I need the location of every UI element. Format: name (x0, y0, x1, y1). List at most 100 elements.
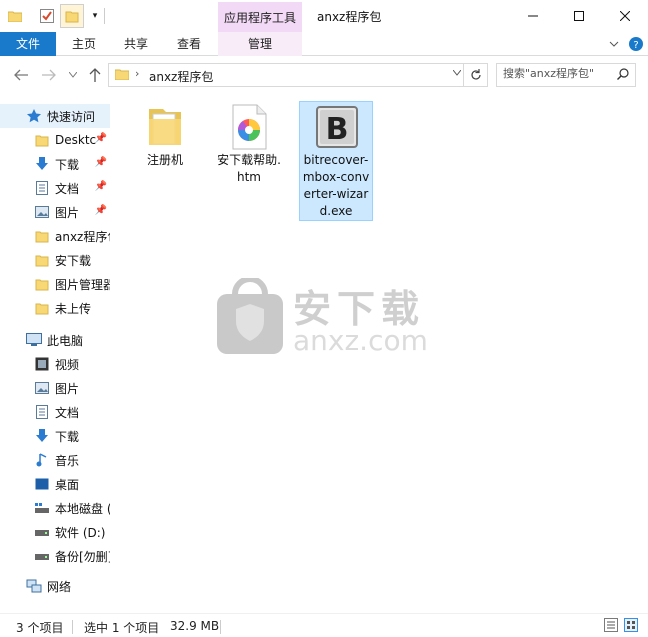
watermark: 安下载 anxz.com (215, 278, 435, 360)
drive-icon (34, 524, 50, 540)
status-divider (72, 620, 73, 634)
large-icons-view-icon[interactable] (624, 618, 638, 632)
file-item[interactable]: 注册机 (128, 102, 202, 169)
pin-icon[interactable]: 📌 (95, 205, 107, 216)
folder-icon (114, 68, 130, 83)
sidebar-item-desktop[interactable]: Desktc 📌 (0, 128, 110, 152)
download-icon (34, 428, 50, 444)
folder-icon (34, 300, 50, 316)
recent-locations-icon[interactable] (64, 66, 82, 84)
sidebar-item-this-pc[interactable]: 此电脑 (0, 328, 110, 352)
sidebar-item-desktop-pc[interactable]: 桌面 (0, 472, 110, 496)
sidebar-item-videos[interactable]: 视频 (0, 352, 110, 376)
sidebar-item-not-uploaded[interactable]: 未上传 (0, 296, 110, 320)
folder-icon[interactable] (6, 6, 24, 26)
music-icon (34, 452, 50, 468)
folder-icon (34, 276, 50, 292)
sidebar-item-pictures[interactable]: 图片 📌 (0, 200, 110, 224)
desktop-icon (34, 476, 50, 492)
exe-file-icon: B (300, 102, 374, 152)
svg-text:B: B (326, 112, 349, 147)
breadcrumb-chevron-icon[interactable]: › (135, 67, 139, 80)
svg-text:?: ? (633, 40, 638, 51)
help-icon[interactable]: ? (628, 36, 644, 52)
close-button[interactable] (602, 0, 648, 32)
sidebar-item-picture-manager[interactable]: 图片管理器 (0, 272, 110, 296)
tab-view[interactable]: 查看 (162, 32, 216, 56)
sidebar-item-quick-access[interactable]: 快速访问 (0, 104, 110, 128)
search-box[interactable] (496, 63, 636, 87)
new-folder-icon[interactable] (60, 4, 84, 28)
up-arrow-icon[interactable] (86, 66, 104, 84)
ribbon-tabs: 文件 主页 共享 查看 管理 ? (0, 32, 648, 56)
toolbar-divider (104, 8, 105, 24)
tab-manage[interactable]: 管理 (218, 32, 302, 56)
search-input[interactable] (503, 67, 611, 80)
document-icon (34, 404, 50, 420)
breadcrumb[interactable]: anxz程序包 (149, 68, 213, 85)
file-name: 安下载帮助.htm (217, 153, 281, 184)
details-view-icon[interactable] (604, 618, 618, 632)
folder-icon (34, 132, 50, 148)
folder-icon (34, 252, 50, 268)
back-arrow-icon[interactable] (12, 66, 30, 84)
tab-home[interactable]: 主页 (58, 32, 110, 56)
sidebar-item-anxz-package[interactable]: anxz程序包 (0, 224, 110, 248)
tab-file[interactable]: 文件 (0, 32, 56, 56)
sidebar-item-pc-pictures[interactable]: 图片 (0, 376, 110, 400)
navigation-pane: 快速访问 Desktc 📌 下载 📌 文档 📌 图片 📌 anxz程序包 安下载… (0, 98, 110, 613)
title-bar: ▾ 应用程序工具 anxz程序包 (0, 0, 648, 32)
sidebar-item-music[interactable]: 音乐 (0, 448, 110, 472)
selection-count: 选中 1 个项目 (84, 621, 160, 635)
maximize-button[interactable] (556, 0, 602, 32)
customize-toolbar-icon[interactable]: ▾ (86, 6, 104, 26)
context-tab-header: 应用程序工具 (218, 2, 302, 32)
folder-icon (128, 102, 202, 152)
file-item-selected[interactable]: B bitrecover-mbox-converter-wizard.exe (299, 101, 373, 221)
status-bar: 3 个项目 选中 1 个项目 32.9 MB (0, 613, 648, 637)
address-dropdown-icon[interactable] (452, 68, 462, 79)
sidebar-item-documents[interactable]: 文档 📌 (0, 176, 110, 200)
pin-icon[interactable]: 📌 (95, 181, 107, 192)
properties-icon[interactable] (38, 6, 56, 26)
picture-icon (34, 204, 50, 220)
video-icon (34, 356, 50, 372)
file-name: bitrecover-mbox-converter-wizard.exe (302, 153, 370, 218)
download-icon (34, 156, 50, 172)
drive-icon (34, 548, 50, 564)
file-list-pane[interactable]: 注册机 安下载帮助.htm B bitrecover-mbox-converte… (110, 98, 648, 613)
sidebar-item-pc-documents[interactable]: 文档 (0, 400, 110, 424)
item-count: 3 个项目 (16, 621, 64, 635)
sidebar-item-network[interactable]: 网络 (0, 574, 110, 598)
sidebar-item-local-disk[interactable]: 本地磁盘 ( (0, 496, 110, 520)
html-file-icon (212, 102, 286, 152)
picture-icon (34, 380, 50, 396)
minimize-button[interactable] (510, 0, 556, 32)
file-item[interactable]: 安下载帮助.htm (212, 102, 286, 186)
folder-icon (34, 228, 50, 244)
search-icon[interactable] (617, 68, 629, 83)
watermark-url: anxz.com (293, 324, 428, 357)
pin-icon[interactable]: 📌 (95, 133, 107, 144)
sidebar-item-downloads[interactable]: 下载 📌 (0, 152, 110, 176)
sidebar-item-pc-downloads[interactable]: 下载 (0, 424, 110, 448)
address-bar[interactable]: › anxz程序包 (108, 63, 488, 87)
status-divider (220, 620, 221, 634)
selection-size: 32.9 MB (170, 619, 220, 633)
sidebar-item-anxiazai[interactable]: 安下载 (0, 248, 110, 272)
network-icon (26, 578, 42, 594)
window-title: anxz程序包 (317, 10, 382, 24)
shield-bag-icon (217, 278, 283, 354)
forward-arrow-icon[interactable] (40, 66, 58, 84)
navigation-bar: › anxz程序包 (0, 56, 648, 94)
pin-icon[interactable]: 📌 (95, 157, 107, 168)
computer-icon (26, 332, 42, 348)
document-icon (34, 180, 50, 196)
sidebar-item-backup[interactable]: 备份[勿删] (0, 544, 110, 568)
star-icon (26, 108, 42, 124)
sidebar-item-software-d[interactable]: 软件 (D:) (0, 520, 110, 544)
tab-share[interactable]: 共享 (110, 32, 162, 56)
expand-ribbon-icon[interactable] (606, 36, 622, 52)
drive-icon (34, 500, 50, 516)
refresh-icon[interactable] (463, 64, 487, 86)
